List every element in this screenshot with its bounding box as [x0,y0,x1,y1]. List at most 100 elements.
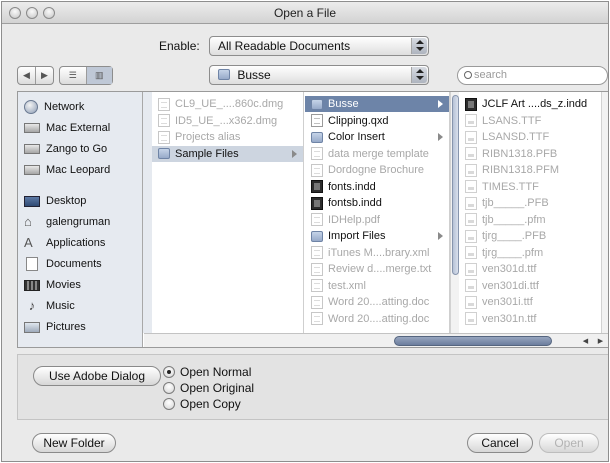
folder-row[interactable]: Busse [305,96,449,112]
file-row[interactable]: data merge template [305,146,449,162]
file-row[interactable]: LSANS.TTF [459,113,599,129]
file-name: Dordogne Brochure [328,164,425,176]
file-row[interactable]: ven301d.ttf [459,261,599,277]
file-name: LSANSD.TTF [482,131,550,143]
file-row[interactable]: tjb_____.pfm [459,212,599,228]
folder-row[interactable]: Color Insert [305,129,449,145]
file-row[interactable]: CL9_UE_....860c.dmg [152,96,303,112]
scroll-left-arrow-icon[interactable]: ◀ [578,335,593,347]
file-row[interactable]: tjb_____.PFB [459,195,599,211]
file-row[interactable]: Clipping.qxd [305,113,449,129]
scroll-right-arrow-icon[interactable]: ▶ [593,335,608,347]
back-button[interactable]: ◀ [18,67,35,84]
font-file-icon [465,114,477,127]
sidebar-item-zango-to-go[interactable]: Zango to Go [24,140,107,158]
document-icon [158,97,170,111]
sidebar-item-documents[interactable]: Documents [24,255,102,273]
file-name: iTunes M....brary.xml [328,246,430,259]
font-file-icon [465,130,477,144]
file-row[interactable]: fonts.indd [305,179,449,195]
file-row[interactable]: RIBN1318.PFM [459,162,599,178]
folder-icon [218,69,230,80]
open-button[interactable]: Open [539,433,599,453]
use-adobe-dialog-button[interactable]: Use Adobe Dialog [33,366,161,386]
scroll-arrows: ◀ ▶ [578,335,608,347]
column-2-scrollbar[interactable] [450,92,459,333]
sidebar-item-music[interactable]: ♪ Music [24,297,75,315]
horizontal-scroll-thumb[interactable] [394,336,552,346]
document-icon [311,147,323,160]
sidebar-item-network[interactable]: Network [24,98,84,116]
file-row[interactable]: ven301n.ttf [459,311,599,327]
enable-popup[interactable]: All Readable Documents [209,36,429,56]
sidebar-item-mac-leopard[interactable]: Mac Leopard [24,161,110,179]
file-row[interactable]: tjrg____.pfm [459,245,599,261]
drive-icon [24,123,40,133]
document-icon [311,213,323,226]
column-2-scroll-thumb[interactable] [452,95,459,275]
document-icon [311,163,323,177]
enable-popup-value: All Readable Documents [218,39,351,53]
file-row[interactable]: fontsb.indd [305,195,449,211]
applications-icon: A [24,235,33,250]
file-name: tjb_____.pfm [482,213,546,226]
drive-icon [24,144,40,154]
sidebar-item-pictures[interactable]: Pictures [24,318,86,336]
document-icon [311,312,323,325]
popup-arrows-icon [411,38,427,54]
file-row[interactable]: test.xml [305,278,449,294]
column-view-button[interactable]: ▥ [85,67,112,84]
sidebar-item-mac-external[interactable]: Mac External [24,119,110,137]
location-popup[interactable]: Busse [209,65,429,85]
file-row[interactable]: ID5_UE_...x362.dmg [152,113,303,129]
documents-icon [26,257,38,271]
file-row[interactable]: LSANSD.TTF [459,129,599,145]
document-icon [158,130,170,144]
sidebar-item-label: Documents [46,258,102,270]
sidebar-item-label: Music [46,300,75,312]
radio-open-original[interactable]: Open Original [163,381,254,395]
file-name: ID5_UE_...x362.dmg [175,114,278,127]
cancel-button[interactable]: Cancel [467,433,533,453]
sidebar-item-movies[interactable]: Movies [24,276,81,294]
file-row[interactable]: Review d....merge.txt [305,261,449,277]
file-row[interactable]: JCLF Art ....ds_z.indd [459,96,599,112]
file-name: ven301di.ttf [482,279,539,292]
radio-checked-icon [163,366,175,378]
column-3-scrollbar[interactable] [601,92,608,333]
folder-row[interactable]: Sample Files [152,145,303,162]
file-name: IDHelp.pdf [328,213,380,226]
chevron-right-icon [438,100,443,108]
sidebar-item-applications[interactable]: A Applications [24,234,105,252]
radio-unchecked-icon [163,398,175,410]
sidebar-item-desktop[interactable]: Desktop [24,192,86,210]
file-row[interactable]: ven301i.ttf [459,294,599,310]
file-row[interactable]: iTunes M....brary.xml [305,245,449,261]
chevron-right-icon [292,149,297,158]
file-name: Clipping.qxd [328,114,389,127]
pictures-icon [24,321,40,333]
list-view-button[interactable]: ☰ [60,67,86,84]
file-row[interactable]: Word 20....atting.doc [305,311,449,327]
indesign-file-icon [311,180,323,193]
file-row[interactable]: Dordogne Brochure [305,162,449,178]
file-row[interactable]: TIMES.TTF [459,179,599,195]
file-row[interactable]: Projects alias [152,129,303,145]
file-row[interactable]: Word 20....atting.doc [305,294,449,310]
font-file-icon [465,279,477,292]
radio-open-normal[interactable]: Open Normal [163,365,251,379]
sidebar-item-galengruman[interactable]: ⌂ galengruman [24,213,110,231]
search-field[interactable]: search [457,66,608,85]
sidebar-scrollbar[interactable] [143,92,152,333]
file-row[interactable]: RIBN1318.PFB [459,146,599,162]
file-row[interactable]: tjrg____.PFB [459,228,599,244]
forward-button[interactable]: ▶ [35,67,53,84]
file-row[interactable]: IDHelp.pdf [305,212,449,228]
popup-arrows-icon [411,67,427,83]
sidebar-item-label: Pictures [46,321,86,333]
folder-row[interactable]: Import Files [305,228,449,244]
radio-open-copy[interactable]: Open Copy [163,397,241,411]
horizontal-scrollbar[interactable]: ◀ ▶ [144,333,608,347]
file-row[interactable]: ven301di.ttf [459,278,599,294]
new-folder-button[interactable]: New Folder [32,433,116,453]
